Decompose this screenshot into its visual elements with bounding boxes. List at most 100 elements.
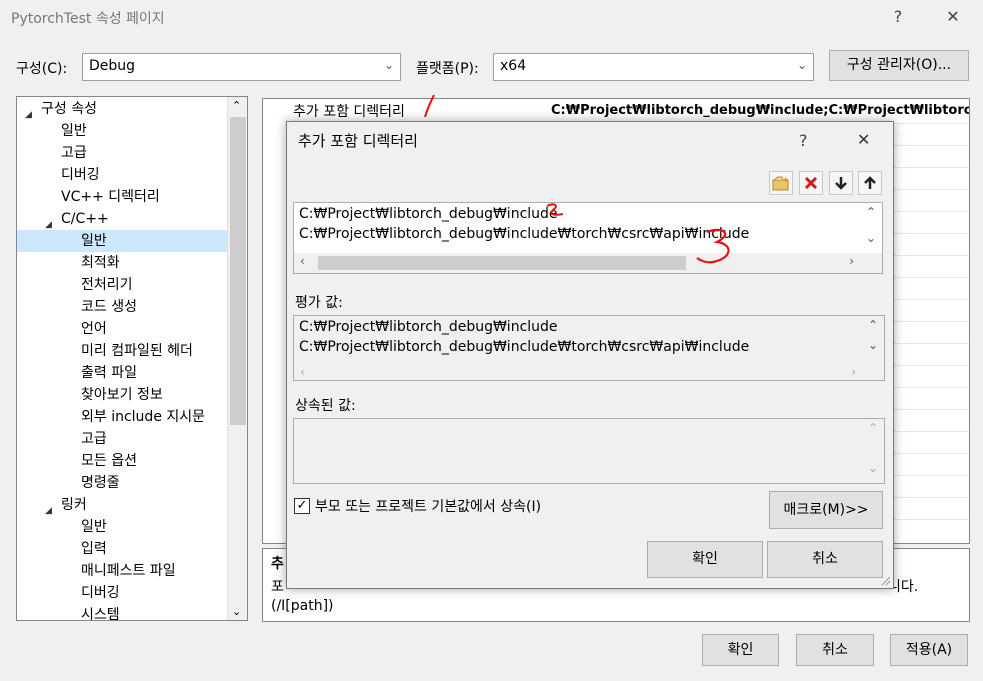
tree-item[interactable]: 언어	[17, 318, 227, 340]
new-line-icon[interactable]: ✦	[769, 171, 793, 195]
move-down-icon[interactable]	[829, 171, 853, 195]
delete-icon[interactable]	[799, 171, 823, 195]
scroll-down-icon[interactable]: ⌄	[868, 338, 878, 352]
tree-item[interactable]: 찾아보기 정보	[17, 384, 227, 406]
include-dirs-list[interactable]: C:₩Project₩libtorch_debug₩include C:₩Pro…	[293, 202, 883, 274]
list-item[interactable]: C:₩Project₩libtorch_debug₩include₩torch₩…	[299, 226, 749, 242]
help-button[interactable]: ?	[883, 7, 913, 26]
config-manager-button[interactable]: 구성 관리자(O)...	[829, 50, 969, 81]
close-button[interactable]: ✕	[938, 7, 968, 26]
tree-item[interactable]: 외부 include 지시문	[17, 406, 227, 428]
tree-item[interactable]: 전처리기	[17, 274, 227, 296]
annotation-mark-1	[424, 94, 435, 118]
grid-divider	[893, 475, 969, 476]
scroll-down-icon[interactable]: ⌄	[232, 605, 241, 618]
tree-scrollbar[interactable]: ⌃ ⌄	[227, 97, 247, 620]
tree-item-label: 외부 include 지시문	[81, 409, 206, 425]
scroll-up-icon[interactable]: ⌃	[232, 99, 241, 112]
scroll-up-icon[interactable]: ⌃	[868, 421, 878, 435]
settings-tree[interactable]: ◢ 구성 속성 일반 고급 디버깅 VC++ 디렉터리 ◢ C/C++ 일반 최적화 전처리기 코드 …	[16, 96, 248, 621]
config-value: Debug	[89, 58, 136, 74]
inherit-checkbox[interactable]: ✓	[294, 498, 310, 514]
tree-item-label: 일반	[81, 233, 107, 249]
tree-item[interactable]: 모든 옵션	[17, 450, 227, 472]
platform-combo[interactable]: x64 ⌄	[493, 53, 814, 81]
config-combo[interactable]: Debug ⌄	[82, 53, 401, 81]
tree-item[interactable]: 고급	[17, 428, 227, 450]
ok-button[interactable]: 확인	[702, 634, 779, 666]
inherited-list: ⌃ ⌄	[293, 418, 885, 484]
svg-text:✦: ✦	[782, 176, 790, 186]
platform-value: x64	[500, 58, 527, 74]
macro-button[interactable]: 매크로(M)>>	[769, 491, 883, 529]
tree-item-label: 일반	[61, 123, 87, 139]
tree-item-label: 매니페스트 파일	[81, 563, 176, 579]
tree-item[interactable]: 일반	[17, 516, 227, 538]
dialog-ok-button[interactable]: 확인	[647, 541, 763, 578]
tree-item-label: 고급	[61, 145, 87, 161]
dialog-help-button[interactable]: ?	[799, 131, 808, 150]
grid-divider	[893, 123, 969, 124]
tree-item[interactable]: 입력	[17, 538, 227, 560]
tree-item[interactable]: 출력 파일	[17, 362, 227, 384]
grid-divider	[893, 299, 969, 300]
property-value[interactable]: C:₩Project₩libtorch_debug₩include;C:₩Pro…	[551, 103, 969, 118]
grid-divider	[893, 233, 969, 234]
move-up-icon[interactable]	[858, 171, 882, 195]
grid-divider	[893, 211, 969, 212]
scroll-down-icon[interactable]: ⌄	[868, 461, 878, 475]
scroll-up-icon[interactable]: ⌃	[866, 205, 876, 219]
dialog-title: 추가 포함 디렉터리	[298, 132, 418, 150]
tree-item-label: 명령줄	[81, 475, 120, 491]
horizontal-scrollbar[interactable]: ‹ ›	[294, 253, 882, 273]
tree-item[interactable]: 시스템	[17, 604, 227, 620]
cancel-button[interactable]: 취소	[796, 634, 874, 666]
description-title: 추	[271, 556, 284, 572]
grid-divider	[893, 189, 969, 190]
tree-item-label: 전처리기	[81, 277, 133, 293]
tree-item[interactable]: 디버깅	[17, 582, 227, 604]
tree-item-label: 찾아보기 정보	[81, 387, 163, 403]
tree-item[interactable]: 고급	[17, 142, 227, 164]
tree-item[interactable]: 디버깅	[17, 164, 227, 186]
resize-grip-icon[interactable]	[879, 574, 891, 586]
grid-divider	[893, 321, 969, 322]
scroll-left-icon[interactable]: ‹	[300, 365, 305, 379]
scroll-down-icon[interactable]: ⌄	[866, 231, 876, 245]
tree-item-label: 미리 컴파일된 헤더	[81, 343, 193, 359]
tree-item[interactable]: 코드 생성	[17, 296, 227, 318]
list-item: C:₩Project₩libtorch_debug₩include	[299, 319, 558, 335]
scroll-thumb[interactable]	[318, 256, 686, 270]
tree-item[interactable]: VC++ 디렉터리	[17, 186, 227, 208]
dialog-close-button[interactable]: ✕	[857, 130, 870, 149]
list-item: C:₩Project₩libtorch_debug₩include₩torch₩…	[299, 339, 750, 355]
config-label: 구성(C):	[16, 61, 68, 77]
scroll-left-icon[interactable]: ‹	[300, 254, 305, 268]
tree-item[interactable]: ◢ 구성 속성	[17, 98, 227, 120]
tree-item[interactable]: ◢ C/C++	[17, 208, 227, 230]
tree-item[interactable]: 매니페스트 파일	[17, 560, 227, 582]
tree-item[interactable]: ◢ 링커	[17, 494, 227, 516]
tree-item[interactable]: 일반	[17, 230, 227, 252]
tree-item-label: C/C++	[61, 211, 109, 227]
property-name: 추가 포함 디렉터리	[293, 104, 405, 120]
inherit-checkbox-label[interactable]: 부모 또는 프로젝트 기본값에서 상속(I)	[315, 496, 541, 516]
scroll-up-icon[interactable]: ⌃	[868, 318, 878, 332]
dialog-cancel-button[interactable]: 취소	[767, 541, 883, 578]
tree-item-label: 입력	[81, 541, 107, 557]
grid-divider	[893, 409, 969, 410]
scroll-right-icon[interactable]: ›	[851, 365, 856, 379]
tree-item[interactable]: 일반	[17, 120, 227, 142]
tree-item[interactable]: 최적화	[17, 252, 227, 274]
tree-item-label: 출력 파일	[81, 365, 137, 381]
apply-button[interactable]: 적용(A)	[890, 634, 968, 666]
evaluated-list: C:₩Project₩libtorch_debug₩include C:₩Pro…	[293, 315, 885, 381]
scroll-thumb[interactable]	[230, 117, 246, 425]
list-item[interactable]: C:₩Project₩libtorch_debug₩include	[299, 206, 558, 222]
chevron-down-icon: ⌄	[796, 58, 807, 72]
scroll-right-icon[interactable]: ›	[849, 254, 854, 268]
tree-item[interactable]: 명령줄	[17, 472, 227, 494]
inherited-label: 상속된 값:	[295, 398, 356, 414]
tree-item-label: 코드 생성	[81, 299, 137, 315]
tree-item[interactable]: 미리 컴파일된 헤더	[17, 340, 227, 362]
